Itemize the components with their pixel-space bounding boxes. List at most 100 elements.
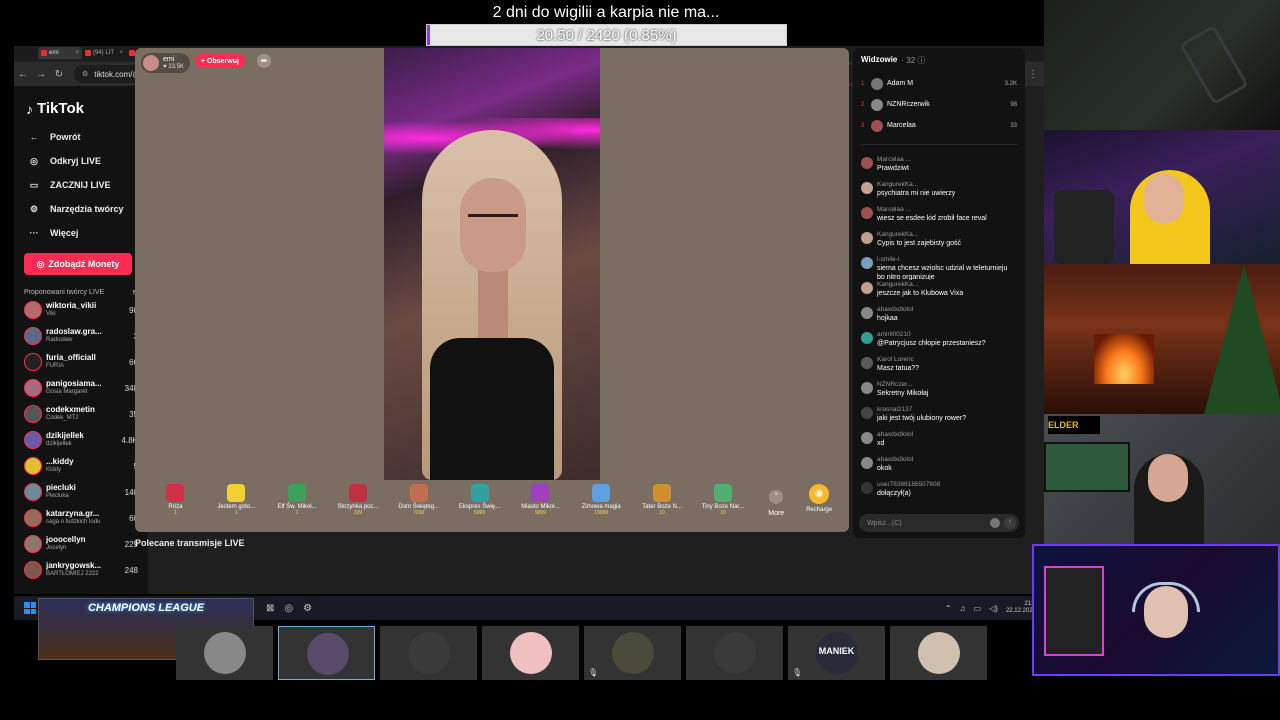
suggested-creator[interactable]: katarzyna.gr... saga o ludzkich lodu 60 — [24, 505, 138, 531]
gift-item[interactable]: Dom Świąteg... 7200 — [388, 484, 449, 528]
chat-username[interactable]: KangurekKa... — [877, 180, 955, 189]
chat-message[interactable]: krasnal2137 jaki jest twój ulubiony rower… — [853, 405, 1025, 430]
gift-item[interactable]: Ekspres Świę... 5999 — [449, 484, 510, 528]
top-viewer[interactable]: 2 NZNRczerwik 98 — [853, 94, 1025, 115]
participant-tile[interactable] — [482, 626, 579, 680]
chat-message[interactable]: Marcelaa ... Prawdziwt — [853, 155, 1025, 180]
browser-tab[interactable]: (94) LIT × — [82, 47, 126, 59]
suggested-creator[interactable]: ...kiddyKiddy5 — [24, 453, 138, 479]
creator-avatar[interactable] — [24, 327, 42, 345]
suggested-creator[interactable]: piecluki Piecluka 140 — [24, 479, 138, 505]
steam-icon[interactable]: ⚙ — [303, 603, 312, 614]
creator-avatar[interactable] — [24, 457, 42, 475]
creator-avatar[interactable] — [24, 561, 42, 579]
gift-item[interactable]: Róża 1 — [145, 484, 206, 528]
suggested-creator[interactable]: radoslaw.gra...Radosław3 — [24, 323, 138, 349]
creator-avatar[interactable] — [24, 353, 42, 371]
send-icon[interactable]: ↑ — [1004, 517, 1016, 529]
gift-item[interactable]: Skrzynka poc... 199 — [327, 484, 388, 528]
participant-tile[interactable] — [176, 626, 273, 680]
chat-message[interactable]: amiril00210 @Patrycjusz chłopie przestani… — [853, 330, 1025, 355]
creator-avatar[interactable] — [24, 509, 42, 527]
recharge-button[interactable]: ◉ Recharge — [799, 484, 839, 528]
follow-button[interactable]: + Obserwuj — [195, 54, 245, 68]
chat-username[interactable]: Marcelaa ... — [877, 155, 911, 164]
share-icon[interactable]: ➦ — [257, 54, 271, 68]
chat-username[interactable]: NZNRczer... — [877, 380, 928, 389]
chat-username[interactable]: ahaxdxdlolol — [877, 455, 913, 464]
gift-item[interactable]: Jestem goto... 1 — [206, 484, 267, 528]
creator-avatar[interactable] — [24, 535, 42, 553]
chat-message[interactable]: ahaxdxdlolol xd — [853, 430, 1025, 455]
host-info[interactable]: emi ♥ 23.5K — [141, 53, 190, 73]
chat-avatar[interactable] — [861, 182, 873, 194]
chat-username[interactable]: Karol Lorenc — [877, 355, 919, 364]
participant-tile[interactable]: 🎙 — [584, 626, 681, 680]
chat-message[interactable]: KangurekKa... psychiatra mi nie uwierzy — [853, 180, 1025, 205]
host-avatar[interactable] — [143, 55, 159, 71]
chat-avatar[interactable] — [861, 482, 873, 494]
top-viewer[interactable]: 1 Adam M 3.2K — [853, 73, 1025, 94]
windows-start-icon[interactable] — [24, 602, 36, 614]
suggested-creator[interactable]: jankrygowsk... BARTŁOMIEJ 2222 248 — [24, 557, 138, 583]
sidebar-item-4[interactable]: ··· Więcej — [28, 221, 138, 245]
chat-avatar[interactable] — [861, 332, 873, 344]
chat-message[interactable]: KangurekKa... jeszcze jak to Klubowa Vixa — [853, 280, 1025, 305]
chat-username[interactable]: KangurekKa... — [877, 280, 963, 289]
gift-item[interactable]: Zimowa magia 19999 — [571, 484, 632, 528]
chat-message[interactable]: ahaxdxdlolol okok — [853, 455, 1025, 480]
chat-message[interactable]: l-smile-l siema chcesz wziolsc udzial w t… — [853, 255, 1025, 280]
gift-item[interactable]: Elf Św. Mikoł... 1 — [267, 484, 328, 528]
creator-avatar[interactable] — [24, 405, 42, 423]
network-icon[interactable]: ▭ — [974, 604, 982, 613]
sidebar-item-0[interactable]: ← Powrót — [28, 125, 138, 149]
gift-item[interactable]: Tiny Boże Nar... 10 — [692, 484, 753, 528]
chat-avatar[interactable] — [861, 282, 873, 294]
more-gifts-button[interactable]: ⌃ More — [753, 490, 799, 528]
chat-avatar[interactable] — [861, 232, 873, 244]
chat-username[interactable]: ahaxdxdlolol — [877, 430, 913, 439]
forward-icon[interactable]: → — [32, 69, 50, 80]
participant-tile[interactable] — [686, 626, 783, 680]
microphone-icon[interactable]: ♫ — [960, 604, 966, 613]
chat-username[interactable]: user78366186507808 — [877, 480, 940, 489]
chat-message[interactable]: NZNRczer... Sekretny Mikołaj — [853, 380, 1025, 405]
chat-username[interactable]: krasnal2137 — [877, 405, 966, 414]
chat-avatar[interactable] — [861, 207, 873, 219]
browser-menu-icon[interactable]: ⋮ — [1028, 69, 1038, 80]
site-info-icon[interactable]: ⚙ — [82, 70, 88, 78]
live-video[interactable] — [384, 48, 600, 480]
suggested-creator[interactable]: jooocellyn Jocelyn 229 — [24, 531, 138, 557]
tab-close-icon[interactable]: × — [119, 50, 123, 56]
participant-tile[interactable] — [380, 626, 477, 680]
sidebar-item-2[interactable]: ▭ ZACZNIJ LIVE — [28, 173, 138, 197]
top-viewer[interactable]: 3 Marcelaa 33 — [853, 115, 1025, 136]
creator-avatar[interactable] — [24, 431, 42, 449]
chat-message[interactable]: Marcelaa ... wiesz se esdee kid zrobił fa… — [853, 205, 1025, 230]
reload-icon[interactable]: ↻ — [50, 69, 68, 80]
chat-avatar[interactable] — [861, 357, 873, 369]
chat-message[interactable]: ahaxdxdlolol hojkaa — [853, 305, 1025, 330]
chat-message[interactable]: KangurekKa... Cypis to jest zajebisty goś… — [853, 230, 1025, 255]
chat-message[interactable]: Karol Lorenc Masz tatua?? — [853, 355, 1025, 380]
gift-item[interactable]: Tater Boże N... 10 — [632, 484, 693, 528]
suggested-creator[interactable]: wiktoria_vikii Viki 98 — [24, 297, 138, 323]
participant-tile[interactable] — [890, 626, 987, 680]
chat-avatar[interactable] — [861, 157, 873, 169]
back-icon[interactable]: ← — [14, 69, 32, 80]
tiktok-logo[interactable]: ♪ TikTok — [26, 100, 138, 117]
chat-avatar[interactable] — [861, 307, 873, 319]
sidebar-item-1[interactable]: ◎ Odkryj LIVE — [28, 149, 138, 173]
participant-tile[interactable]: MANIEK 🎙 — [788, 626, 885, 680]
gift-item[interactable]: Miasto Mikoł... 9999 — [510, 484, 571, 528]
tab-close-icon[interactable]: × — [75, 50, 79, 56]
chat-avatar[interactable] — [861, 382, 873, 394]
get-coins-button[interactable]: ◎ Zdobądź Monety — [24, 253, 132, 275]
creator-avatar[interactable] — [24, 483, 42, 501]
chat-username[interactable]: Marcelaa ... — [877, 205, 987, 214]
sidebar-item-3[interactable]: ⚙ Narzędzia twórcy — [28, 197, 138, 221]
chat-avatar[interactable] — [861, 407, 873, 419]
suggested-creator[interactable]: codekxmetin Codek_MT2 35 — [24, 401, 138, 427]
suggested-creator[interactable]: dzikijellek dzikijellek 4.8K — [24, 427, 138, 453]
chat-avatar[interactable] — [861, 432, 873, 444]
